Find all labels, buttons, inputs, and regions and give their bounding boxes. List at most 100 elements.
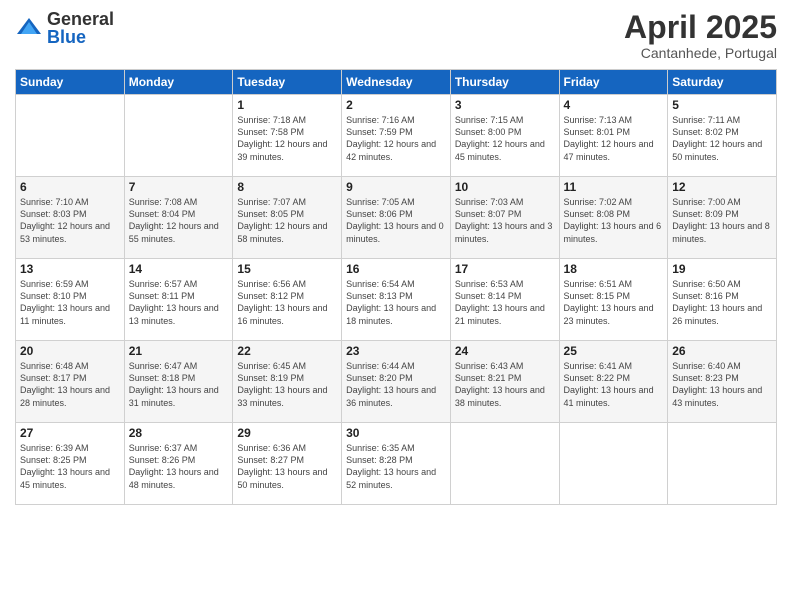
day-number: 20 xyxy=(20,344,120,358)
day-info: Sunrise: 6:39 AM Sunset: 8:25 PM Dayligh… xyxy=(20,442,120,491)
day-info: Sunrise: 7:18 AM Sunset: 7:58 PM Dayligh… xyxy=(237,114,337,163)
week-row-3: 13Sunrise: 6:59 AM Sunset: 8:10 PM Dayli… xyxy=(16,259,777,341)
day-info: Sunrise: 6:36 AM Sunset: 8:27 PM Dayligh… xyxy=(237,442,337,491)
day-number: 26 xyxy=(672,344,772,358)
day-number: 19 xyxy=(672,262,772,276)
weekday-header-sunday: Sunday xyxy=(16,70,125,95)
calendar-table: SundayMondayTuesdayWednesdayThursdayFrid… xyxy=(15,69,777,505)
day-cell: 12 Sunrise: 7:00 AM Sunset: 8:09 PM Dayli… xyxy=(668,177,777,259)
day-cell: 1 Sunrise: 7:18 AM Sunset: 7:58 PM Daylig… xyxy=(233,95,342,177)
month-title: April 2025 xyxy=(624,10,777,45)
day-info: Sunrise: 7:08 AM Sunset: 8:04 PM Dayligh… xyxy=(129,196,229,245)
day-cell: 19Sunrise: 6:50 AM Sunset: 8:16 PM Dayli… xyxy=(668,259,777,341)
day-info: Sunrise: 7:03 AM Sunset: 8:07 PM Dayligh… xyxy=(455,196,555,245)
day-cell: 2 Sunrise: 7:16 AM Sunset: 7:59 PM Daylig… xyxy=(342,95,451,177)
day-info: Sunrise: 7:07 AM Sunset: 8:05 PM Dayligh… xyxy=(237,196,337,245)
day-cell: 7 Sunrise: 7:08 AM Sunset: 8:04 PM Daylig… xyxy=(124,177,233,259)
day-cell: 6Sunrise: 7:10 AM Sunset: 8:03 PM Daylig… xyxy=(16,177,125,259)
day-cell: 28Sunrise: 6:37 AM Sunset: 8:26 PM Dayli… xyxy=(124,423,233,505)
day-number: 14 xyxy=(129,262,229,276)
week-row-5: 27 Sunrise: 6:39 AM Sunset: 8:25 PM Dayli… xyxy=(16,423,777,505)
day-info: Sunrise: 6:35 AM Sunset: 8:28 PM Dayligh… xyxy=(346,442,446,491)
day-cell: 26 Sunrise: 6:40 AM Sunset: 8:23 PM Dayli… xyxy=(668,341,777,423)
weekday-header-saturday: Saturday xyxy=(668,70,777,95)
logo-blue: Blue xyxy=(47,28,114,46)
week-row-2: 6Sunrise: 7:10 AM Sunset: 8:03 PM Daylig… xyxy=(16,177,777,259)
day-cell: 24 Sunrise: 6:43 AM Sunset: 8:21 PM Dayli… xyxy=(450,341,559,423)
logo-text: General Blue xyxy=(47,10,114,46)
weekday-header-monday: Monday xyxy=(124,70,233,95)
day-cell: 4 Sunrise: 7:13 AM Sunset: 8:01 PM Daylig… xyxy=(559,95,668,177)
day-info: Sunrise: 6:57 AM Sunset: 8:11 PM Dayligh… xyxy=(129,278,229,327)
day-number: 1 xyxy=(237,98,337,112)
day-number: 2 xyxy=(346,98,446,112)
day-cell: 8 Sunrise: 7:07 AM Sunset: 8:05 PM Daylig… xyxy=(233,177,342,259)
day-number: 4 xyxy=(564,98,664,112)
day-number: 25 xyxy=(564,344,664,358)
day-info: Sunrise: 6:56 AM Sunset: 8:12 PM Dayligh… xyxy=(237,278,337,327)
day-number: 30 xyxy=(346,426,446,440)
day-info: Sunrise: 7:10 AM Sunset: 8:03 PM Dayligh… xyxy=(20,196,120,245)
location-subtitle: Cantanhede, Portugal xyxy=(624,45,777,61)
week-row-4: 20 Sunrise: 6:48 AM Sunset: 8:17 PM Dayli… xyxy=(16,341,777,423)
logo-general: General xyxy=(47,10,114,28)
day-info: Sunrise: 7:05 AM Sunset: 8:06 PM Dayligh… xyxy=(346,196,446,245)
day-cell xyxy=(124,95,233,177)
weekday-header-thursday: Thursday xyxy=(450,70,559,95)
day-number: 27 xyxy=(20,426,120,440)
weekday-header-tuesday: Tuesday xyxy=(233,70,342,95)
page: General Blue April 2025 Cantanhede, Port… xyxy=(0,0,792,612)
day-info: Sunrise: 7:15 AM Sunset: 8:00 PM Dayligh… xyxy=(455,114,555,163)
day-info: Sunrise: 6:40 AM Sunset: 8:23 PM Dayligh… xyxy=(672,360,772,409)
day-info: Sunrise: 6:43 AM Sunset: 8:21 PM Dayligh… xyxy=(455,360,555,409)
weekday-header-friday: Friday xyxy=(559,70,668,95)
day-cell xyxy=(16,95,125,177)
day-info: Sunrise: 6:45 AM Sunset: 8:19 PM Dayligh… xyxy=(237,360,337,409)
day-number: 9 xyxy=(346,180,446,194)
day-number: 12 xyxy=(672,180,772,194)
day-number: 10 xyxy=(455,180,555,194)
day-cell: 18Sunrise: 6:51 AM Sunset: 8:15 PM Dayli… xyxy=(559,259,668,341)
day-cell xyxy=(450,423,559,505)
day-number: 17 xyxy=(455,262,555,276)
logo-icon xyxy=(15,14,43,42)
title-block: April 2025 Cantanhede, Portugal xyxy=(624,10,777,61)
weekday-header-row: SundayMondayTuesdayWednesdayThursdayFrid… xyxy=(16,70,777,95)
day-cell: 15 Sunrise: 6:56 AM Sunset: 8:12 PM Dayli… xyxy=(233,259,342,341)
day-info: Sunrise: 6:54 AM Sunset: 8:13 PM Dayligh… xyxy=(346,278,446,327)
day-info: Sunrise: 7:11 AM Sunset: 8:02 PM Dayligh… xyxy=(672,114,772,163)
day-cell: 14 Sunrise: 6:57 AM Sunset: 8:11 PM Dayli… xyxy=(124,259,233,341)
day-info: Sunrise: 7:16 AM Sunset: 7:59 PM Dayligh… xyxy=(346,114,446,163)
day-cell: 25 Sunrise: 6:41 AM Sunset: 8:22 PM Dayli… xyxy=(559,341,668,423)
day-number: 13 xyxy=(20,262,120,276)
day-cell: 3 Sunrise: 7:15 AM Sunset: 8:00 PM Daylig… xyxy=(450,95,559,177)
week-row-1: 1 Sunrise: 7:18 AM Sunset: 7:58 PM Daylig… xyxy=(16,95,777,177)
day-cell: 5 Sunrise: 7:11 AM Sunset: 8:02 PM Daylig… xyxy=(668,95,777,177)
day-cell: 21Sunrise: 6:47 AM Sunset: 8:18 PM Dayli… xyxy=(124,341,233,423)
day-cell: 9 Sunrise: 7:05 AM Sunset: 8:06 PM Daylig… xyxy=(342,177,451,259)
day-number: 8 xyxy=(237,180,337,194)
day-number: 7 xyxy=(129,180,229,194)
day-info: Sunrise: 6:41 AM Sunset: 8:22 PM Dayligh… xyxy=(564,360,664,409)
day-number: 5 xyxy=(672,98,772,112)
day-cell: 11Sunrise: 7:02 AM Sunset: 8:08 PM Dayli… xyxy=(559,177,668,259)
day-info: Sunrise: 7:00 AM Sunset: 8:09 PM Dayligh… xyxy=(672,196,772,245)
day-cell: 10 Sunrise: 7:03 AM Sunset: 8:07 PM Dayli… xyxy=(450,177,559,259)
logo: General Blue xyxy=(15,10,114,46)
day-info: Sunrise: 6:48 AM Sunset: 8:17 PM Dayligh… xyxy=(20,360,120,409)
day-cell: 23Sunrise: 6:44 AM Sunset: 8:20 PM Dayli… xyxy=(342,341,451,423)
day-cell: 27 Sunrise: 6:39 AM Sunset: 8:25 PM Dayli… xyxy=(16,423,125,505)
day-info: Sunrise: 7:13 AM Sunset: 8:01 PM Dayligh… xyxy=(564,114,664,163)
day-number: 29 xyxy=(237,426,337,440)
day-cell: 13Sunrise: 6:59 AM Sunset: 8:10 PM Dayli… xyxy=(16,259,125,341)
day-cell: 29 Sunrise: 6:36 AM Sunset: 8:27 PM Dayli… xyxy=(233,423,342,505)
day-number: 16 xyxy=(346,262,446,276)
day-cell: 22Sunrise: 6:45 AM Sunset: 8:19 PM Dayli… xyxy=(233,341,342,423)
day-info: Sunrise: 6:37 AM Sunset: 8:26 PM Dayligh… xyxy=(129,442,229,491)
day-number: 24 xyxy=(455,344,555,358)
day-cell xyxy=(559,423,668,505)
day-cell: 16 Sunrise: 6:54 AM Sunset: 8:13 PM Dayli… xyxy=(342,259,451,341)
day-number: 3 xyxy=(455,98,555,112)
day-number: 15 xyxy=(237,262,337,276)
day-number: 11 xyxy=(564,180,664,194)
